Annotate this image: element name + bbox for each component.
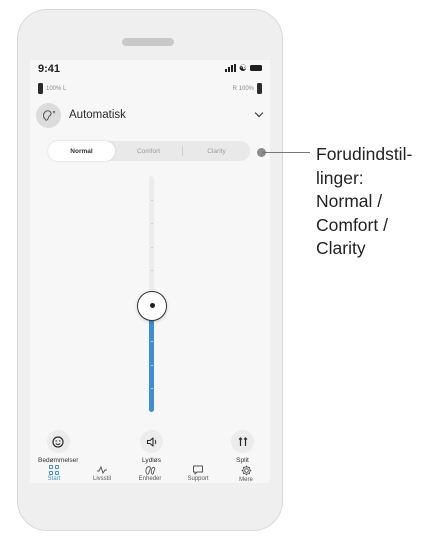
action-ratings[interactable]: Bedømmelser bbox=[38, 430, 78, 464]
chevron-down-icon[interactable] bbox=[254, 108, 264, 118]
callout-leader-line bbox=[262, 152, 310, 153]
tab-support[interactable]: Support bbox=[176, 465, 220, 483]
status-icons: ☯ bbox=[224, 63, 262, 73]
chat-icon bbox=[193, 465, 203, 475]
grid-icon bbox=[49, 465, 59, 475]
knob-dot bbox=[149, 303, 155, 309]
tab-livsstil-label: Livsstil bbox=[92, 476, 111, 482]
left-battery-label: 100% L bbox=[46, 85, 67, 92]
action-ratings-label: Bedømmelser bbox=[38, 457, 79, 464]
left-battery-icon bbox=[38, 83, 43, 94]
left-battery: 100% L bbox=[38, 83, 66, 94]
smiley-icon bbox=[46, 430, 70, 453]
speaker-mute-icon bbox=[140, 430, 163, 453]
tab-mere-label: Mere bbox=[239, 477, 253, 483]
action-split-label: Split bbox=[236, 457, 249, 464]
volume-fill bbox=[149, 305, 154, 412]
callout-line: Forudindstil- bbox=[316, 144, 413, 164]
preset-callout: Forudindstil- linger: Normal / Comfort /… bbox=[316, 143, 441, 261]
action-mute[interactable]: Lydløs bbox=[140, 430, 163, 464]
right-battery: R 100% bbox=[233, 83, 262, 94]
program-icon bbox=[36, 102, 61, 128]
callout-line: Clarity bbox=[316, 238, 366, 258]
pulse-icon bbox=[97, 465, 107, 475]
callout-line: Normal / bbox=[316, 191, 383, 211]
action-mute-label: Lydløs bbox=[142, 457, 161, 464]
tab-start[interactable]: Start bbox=[32, 465, 76, 483]
volume-tick bbox=[150, 246, 153, 248]
app-screen: 9:41 ☯ 100% L R 100% Automatisk Normal C… bbox=[30, 60, 270, 483]
bottom-tab-bar: Start Livsstil Enheder Support Mere bbox=[30, 465, 270, 483]
volume-tick bbox=[150, 270, 153, 272]
preset-segmented-control: Normal Comfort Clarity bbox=[48, 141, 250, 161]
program-selector[interactable]: Automatisk bbox=[36, 102, 264, 128]
volume-knob[interactable] bbox=[137, 290, 167, 321]
volume-tick bbox=[150, 388, 153, 390]
tab-mere[interactable]: Mere bbox=[224, 465, 268, 483]
phone-speaker bbox=[122, 38, 174, 46]
tab-livsstil[interactable]: Livsstil bbox=[80, 465, 124, 483]
program-name: Automatisk bbox=[69, 109, 126, 121]
volume-tick bbox=[150, 223, 153, 225]
phone-battery-icon bbox=[250, 65, 262, 71]
gear-icon bbox=[241, 465, 251, 476]
tab-enheder[interactable]: Enheder bbox=[128, 465, 172, 483]
volume-tick bbox=[150, 341, 153, 343]
tab-enheder-label: Enheder bbox=[138, 476, 162, 482]
tab-start-label: Start bbox=[47, 476, 61, 482]
tab-support-label: Support bbox=[187, 476, 209, 482]
preset-comfort[interactable]: Comfort bbox=[115, 141, 182, 161]
wifi-icon: ☯ bbox=[238, 63, 247, 73]
callout-line: Comfort / bbox=[316, 214, 388, 235]
volume-tick bbox=[150, 199, 153, 201]
right-battery-label: R 100% bbox=[232, 85, 254, 92]
preset-clarity[interactable]: Clarity bbox=[183, 141, 250, 161]
hearing-aids-icon bbox=[145, 466, 156, 475]
action-split[interactable]: Split bbox=[231, 430, 254, 464]
preset-normal[interactable]: Normal bbox=[48, 141, 115, 161]
volume-tick bbox=[150, 364, 153, 366]
right-battery-icon bbox=[257, 83, 262, 94]
callout-line: linger: bbox=[316, 167, 364, 188]
split-icon bbox=[231, 430, 254, 453]
signal-icon bbox=[224, 64, 236, 72]
status-time: 9:41 bbox=[38, 63, 61, 75]
